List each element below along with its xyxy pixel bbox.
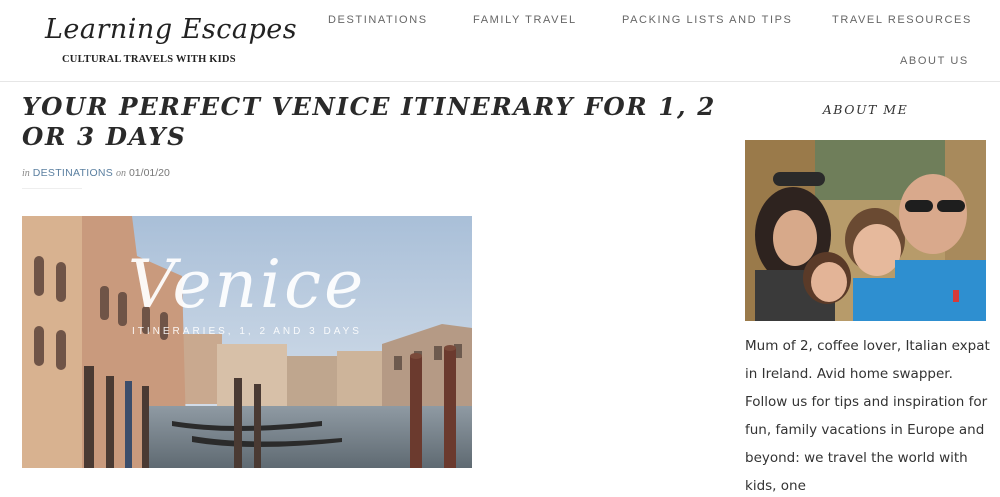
hero-overlay-title: Venice bbox=[127, 246, 367, 323]
nav-item-packing-lists[interactable]: PACKING LISTS AND TIPS bbox=[622, 14, 793, 26]
logo-tagline: CULTURAL TRAVELS WITH KIDS bbox=[62, 54, 236, 65]
hero-overlay-subtitle: ITINERARIES, 1, 2 AND 3 DAYS bbox=[132, 326, 362, 337]
nav-item-destinations[interactable]: DESTINATIONS bbox=[328, 14, 428, 26]
sidebar-heading-about-me: ABOUT ME bbox=[822, 102, 909, 117]
post-title: YOUR PERFECT VENICE ITINERARY FOR 1, 2 O… bbox=[22, 92, 716, 151]
meta-category-link[interactable]: DESTINATIONS bbox=[33, 167, 113, 179]
author-family-photo bbox=[745, 140, 986, 321]
logo-wordmark[interactable]: Learning Escapes bbox=[45, 14, 297, 45]
nav-item-family-travel[interactable]: FAMILY TRAVEL bbox=[473, 14, 577, 26]
meta-on-label: on bbox=[116, 168, 127, 179]
site-header: Learning Escapes CULTURAL TRAVELS WITH K… bbox=[0, 0, 1000, 82]
meta-divider bbox=[22, 188, 82, 189]
meta-date: 01/01/20 bbox=[128, 167, 170, 179]
nav-item-travel-resources[interactable]: TRAVEL RESOURCES bbox=[832, 14, 972, 26]
hero-image[interactable]: Venice ITINERARIES, 1, 2 AND 3 DAYS bbox=[22, 216, 472, 468]
post-meta: in DESTINATIONS on 01/01/20 bbox=[22, 167, 170, 179]
meta-in-label: in bbox=[22, 168, 30, 179]
nav-item-about-us[interactable]: ABOUT US bbox=[900, 55, 969, 67]
author-bio: Mum of 2, coffee lover, Italian expat in… bbox=[745, 338, 990, 494]
family-photo-image bbox=[745, 140, 986, 321]
site-logo[interactable]: Learning Escapes CULTURAL TRAVELS WITH K… bbox=[40, 8, 297, 74]
